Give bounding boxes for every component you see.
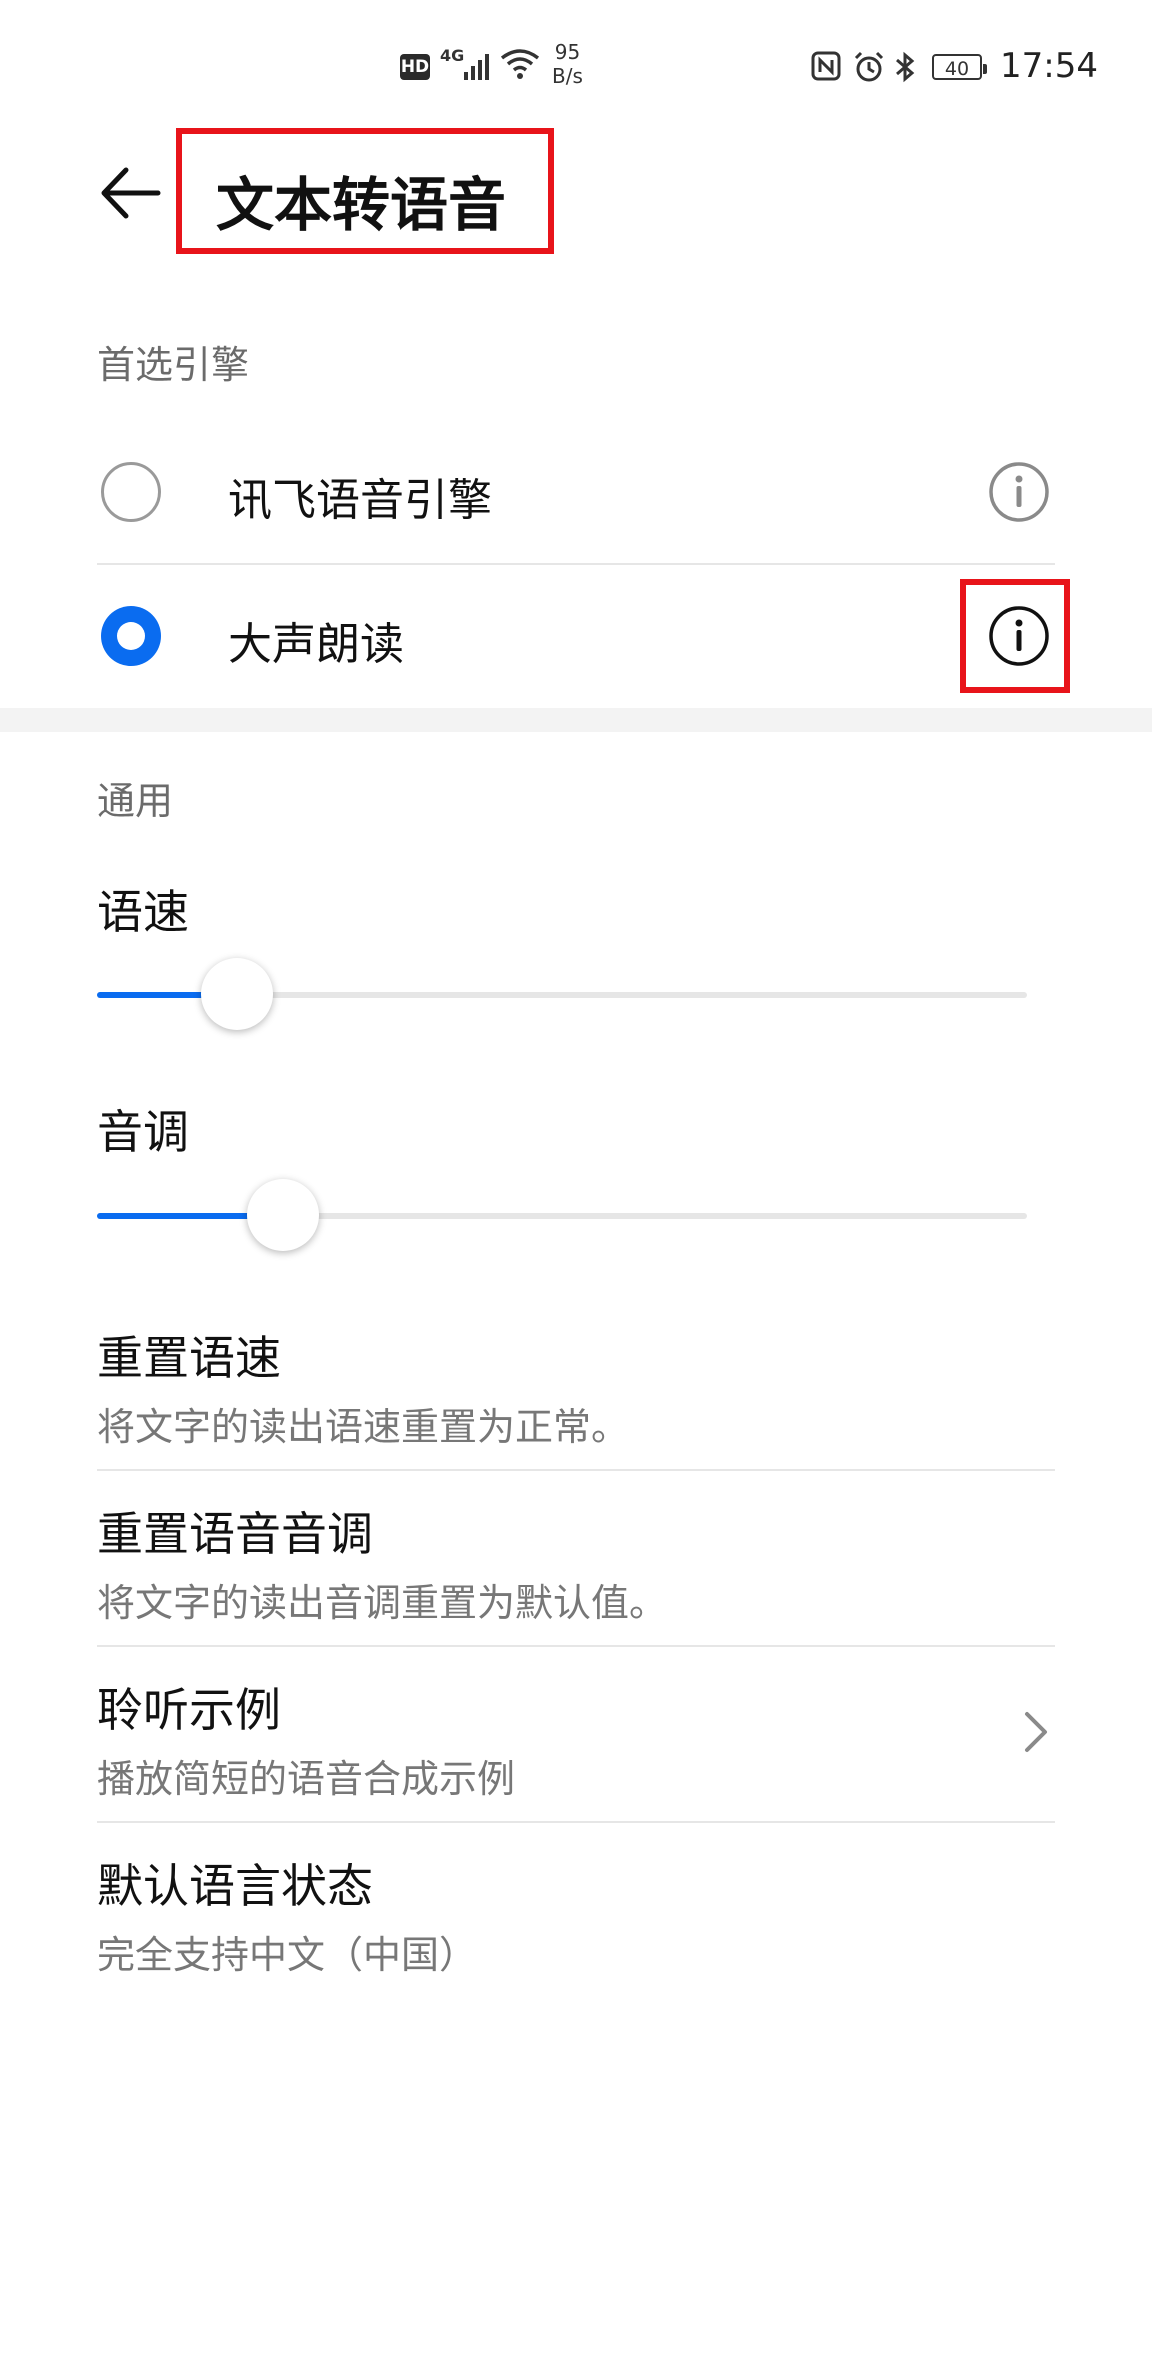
- slider-thumb[interactable]: [247, 1179, 319, 1251]
- radio-button-selected[interactable]: [101, 606, 161, 666]
- nfc-icon: [810, 50, 842, 86]
- section-separator: [0, 708, 1152, 732]
- pitch-slider[interactable]: [97, 1179, 1027, 1251]
- info-icon: [989, 606, 1049, 666]
- divider: [97, 1821, 1055, 1823]
- section-label-general: 通用: [97, 779, 174, 823]
- back-button[interactable]: [96, 158, 166, 228]
- hd-icon: HD: [400, 54, 430, 80]
- item-subtitle: 完全支持中文（中国）: [97, 1933, 478, 1977]
- network-type: 4G: [440, 46, 465, 65]
- item-subtitle: 将文字的读出语速重置为正常。: [97, 1405, 630, 1449]
- speed-value: 95: [554, 40, 581, 64]
- info-icon: [989, 462, 1049, 522]
- item-title: 重置语音音调: [97, 1507, 373, 1561]
- item-title: 聆听示例: [97, 1683, 281, 1737]
- engine-label: 大声朗读: [228, 619, 404, 670]
- divider: [97, 1469, 1055, 1471]
- arrow-left-icon: [101, 167, 161, 219]
- wifi-icon: [500, 48, 540, 84]
- radio-button-unselected[interactable]: [101, 462, 161, 522]
- speed-unit: B/s: [552, 64, 583, 88]
- network-speed: 95 B/s: [552, 40, 583, 88]
- status-bar: HD 4G 95 B/s 40 17:54: [0, 0, 1152, 130]
- bluetooth-icon: [892, 50, 918, 88]
- alarm-icon: [852, 50, 886, 88]
- divider: [97, 1645, 1055, 1647]
- speech-rate-label: 语速: [97, 885, 189, 939]
- engine-label: 讯飞语音引擎: [228, 475, 492, 526]
- chevron-right-icon: [1022, 1710, 1050, 1758]
- divider: [97, 563, 1055, 565]
- item-title: 重置语速: [97, 1331, 281, 1385]
- signal-icon: [462, 50, 496, 84]
- item-subtitle: 将文字的读出音调重置为默认值。: [97, 1581, 668, 1625]
- info-button-xunfei[interactable]: [988, 461, 1050, 523]
- item-title: 默认语言状态: [97, 1859, 373, 1913]
- section-label-engine: 首选引擎: [97, 343, 250, 387]
- page-title: 文本转语音: [216, 171, 507, 239]
- pitch-label: 音调: [97, 1105, 189, 1159]
- battery-icon: 40: [932, 54, 987, 80]
- info-button-read-aloud[interactable]: [988, 605, 1050, 667]
- slider-thumb[interactable]: [201, 958, 273, 1030]
- item-subtitle: 播放简短的语音合成示例: [97, 1757, 516, 1801]
- speech-rate-slider[interactable]: [97, 958, 1027, 1030]
- clock: 17:54: [1000, 46, 1098, 86]
